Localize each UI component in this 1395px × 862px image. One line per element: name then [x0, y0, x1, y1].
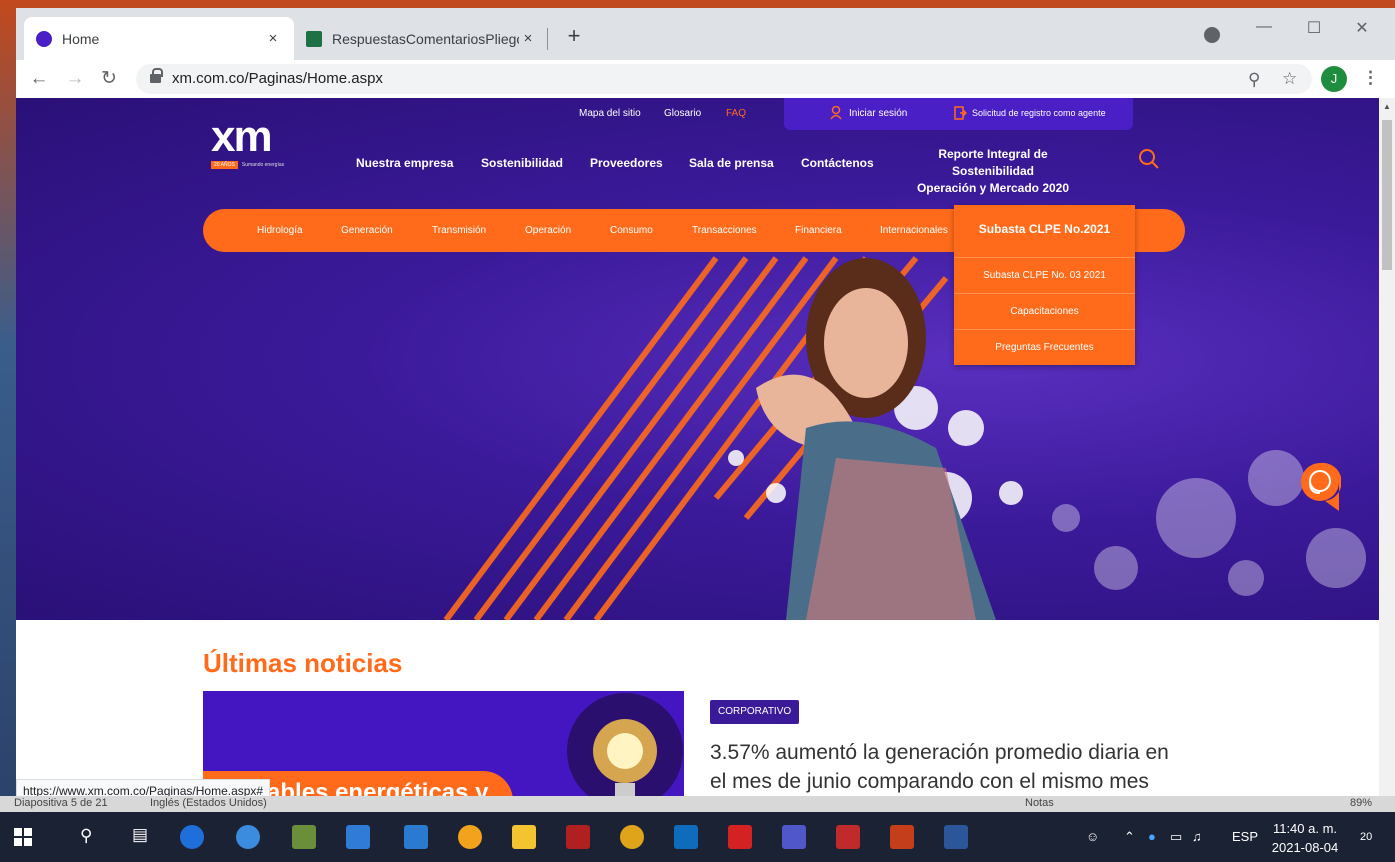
nav-sostenibilidad[interactable]: Sostenibilidad: [481, 156, 563, 170]
xm-logo[interactable]: xm 20 AÑOS Sumando energías: [211, 115, 301, 171]
subnav-transmision[interactable]: Transmisión: [432, 225, 486, 236]
chrome-icon[interactable]: [620, 825, 644, 849]
subnav-internacionales[interactable]: Internacionales: [880, 225, 948, 236]
app-puzzle-icon[interactable]: [346, 825, 370, 849]
zoom-level: 89%: [1350, 797, 1373, 809]
subnav-hidrologia[interactable]: Hidrología: [257, 225, 303, 236]
notes-button[interactable]: Notas: [1025, 797, 1054, 809]
scroll-thumb[interactable]: [1382, 120, 1392, 270]
subnav-financiera[interactable]: Financiera: [795, 225, 842, 236]
task-view-icon[interactable]: ▤: [132, 825, 148, 845]
register-icon: [954, 106, 967, 120]
windows-start-icon[interactable]: [14, 828, 32, 846]
page-layer: xm 20 AÑOS Sumando energías Mapa del sit…: [16, 8, 1395, 812]
nav-proveedores[interactable]: Proveedores: [590, 156, 663, 170]
register-link[interactable]: Solicitud de registro como agente: [972, 108, 1106, 118]
logo-sub: Sumando energías: [241, 162, 285, 168]
category-badge[interactable]: CORPORATIVO: [710, 700, 800, 724]
subnav-consumo[interactable]: Consumo: [610, 225, 653, 236]
nav-contactenos[interactable]: Contáctenos: [801, 156, 874, 170]
network-icon[interactable]: ●: [1148, 829, 1156, 844]
sac-app-icon[interactable]: [292, 825, 316, 849]
page-scrollbar[interactable]: ▲ ▼: [1379, 98, 1395, 812]
reporte-line2: Operación y Mercado 2020: [916, 181, 1070, 195]
slide-indicator: Diapositiva 5 de 21: [14, 797, 108, 809]
ie-icon[interactable]: [236, 825, 260, 849]
background-app-status: Diapositiva 5 de 21 Inglés (Estados Unid…: [0, 796, 1395, 812]
acrobat-icon[interactable]: [728, 825, 752, 849]
news-image[interactable]: Variables energéticas y: [203, 691, 684, 812]
subasta-dropdown: Subasta CLPE No.2021 Subasta CLPE No. 03…: [954, 205, 1135, 365]
powerpoint-icon[interactable]: [890, 825, 914, 849]
notification-count[interactable]: 20: [1360, 831, 1372, 843]
logo-tag: 20 AÑOS: [211, 161, 238, 169]
scroll-up-icon[interactable]: ▲: [1383, 102, 1391, 111]
clock[interactable]: 11:40 a. m. 2021-08-04: [1270, 819, 1340, 857]
reporte-line1: Reporte Integral de Sostenibilidad: [938, 147, 1048, 178]
user-icon: [830, 106, 842, 120]
dropdown-item-preguntas[interactable]: Preguntas Frecuentes: [954, 329, 1135, 365]
outlook-icon[interactable]: [674, 825, 698, 849]
dropdown-item-capacitaciones[interactable]: Capacitaciones: [954, 293, 1135, 329]
edge-icon[interactable]: [180, 825, 204, 849]
link-faq[interactable]: FAQ: [726, 108, 746, 119]
people-icon[interactable]: ☺: [1086, 829, 1099, 844]
app-fruit-icon[interactable]: [458, 825, 482, 849]
nav-reporte[interactable]: Reporte Integral de Sostenibilidad Opera…: [900, 146, 1086, 197]
dropdown-item-subasta[interactable]: Subasta CLPE No. 03 2021: [954, 257, 1135, 293]
search-taskbar-icon[interactable]: ⚲: [80, 826, 92, 846]
subnav-generacion[interactable]: Generación: [341, 225, 393, 236]
battery-icon[interactable]: ▭: [1170, 829, 1182, 845]
news-section-title: Últimas noticias: [203, 648, 403, 678]
file-explorer-icon[interactable]: [512, 825, 536, 849]
tray-chevron-icon[interactable]: ⌃: [1124, 829, 1135, 845]
app-red-icon[interactable]: [566, 825, 590, 849]
web-page: xm 20 AÑOS Sumando energías Mapa del sit…: [16, 98, 1379, 812]
link-glosario[interactable]: Glosario: [664, 108, 701, 119]
logo-text: xm: [211, 112, 273, 161]
login-link[interactable]: Iniciar sesión: [849, 108, 907, 119]
nav-nuestra-empresa[interactable]: Nuestra empresa: [356, 156, 453, 170]
hero-banner: xm 20 AÑOS Sumando energías Mapa del sit…: [16, 98, 1379, 620]
link-mapa-sitio[interactable]: Mapa del sitio: [579, 108, 641, 119]
app-box-icon[interactable]: [404, 825, 428, 849]
teams-icon[interactable]: [782, 825, 806, 849]
shield-app-icon[interactable]: [836, 825, 860, 849]
assistant-chat-icon[interactable]: [1299, 461, 1341, 517]
search-icon[interactable]: [1138, 148, 1160, 170]
login-bar: Iniciar sesión Solicitud de registro com…: [784, 98, 1133, 130]
word-icon[interactable]: [944, 825, 968, 849]
subnav-transacciones[interactable]: Transacciones: [692, 225, 757, 236]
nav-sala-prensa[interactable]: Sala de prensa: [689, 156, 774, 170]
language-ESP[interactable]: ESP: [1232, 829, 1258, 844]
language-indicator: Inglés (Estados Unidos): [150, 797, 267, 809]
dropdown-header[interactable]: Subasta CLPE No.2021: [954, 205, 1135, 255]
clock-time: 11:40 a. m.: [1272, 821, 1338, 836]
volume-icon[interactable]: ♫: [1192, 829, 1202, 844]
clock-date: 2021-08-04: [1271, 840, 1339, 855]
lightbulb-icon: [567, 693, 683, 809]
taskbar: ⚲ ▤ ☺ ⌃ ● ▭ ♫ ESP 11:40 a. m. 2021-08-04…: [0, 812, 1395, 862]
subnav-operacion[interactable]: Operación: [525, 225, 571, 236]
